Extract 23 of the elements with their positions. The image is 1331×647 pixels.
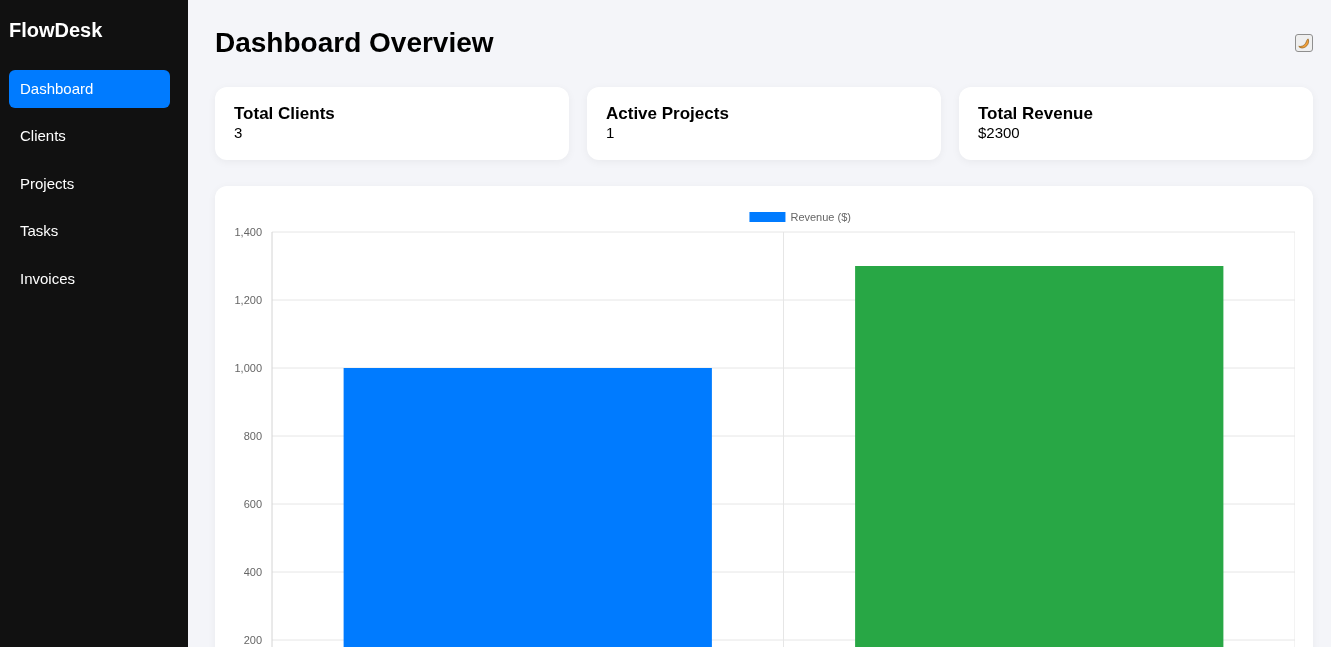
page-title: Dashboard Overview xyxy=(215,26,494,60)
nav-item[interactable]: Dashboard xyxy=(9,70,170,108)
stat-label: Total Revenue xyxy=(978,104,1093,124)
stat-label: Active Projects xyxy=(606,104,729,124)
y-axis-label: 600 xyxy=(243,498,262,510)
nav-item[interactable]: Projects xyxy=(9,165,170,203)
legend-label: Revenue ($) xyxy=(790,211,851,223)
nav-item[interactable]: Invoices xyxy=(9,260,170,298)
stat-value: 1 xyxy=(606,124,615,142)
y-axis-label: 200 xyxy=(243,634,262,646)
stat-value: 3 xyxy=(234,124,243,142)
y-axis-label: 800 xyxy=(243,430,262,442)
y-axis-label: 1,400 xyxy=(234,226,262,238)
stat-label: Total Clients xyxy=(234,104,335,124)
y-axis-label: 1,200 xyxy=(234,294,262,306)
y-axis-label: 1,000 xyxy=(234,362,262,374)
brand-title: FlowDesk xyxy=(9,18,103,42)
stat-value: $2300 xyxy=(978,124,1020,142)
nav-item[interactable]: Tasks xyxy=(9,212,170,251)
y-axis-label: 400 xyxy=(243,566,262,578)
moon-icon xyxy=(1298,37,1310,49)
nav-item[interactable]: Clients xyxy=(9,117,170,156)
theme-toggle-button[interactable] xyxy=(1295,34,1313,52)
